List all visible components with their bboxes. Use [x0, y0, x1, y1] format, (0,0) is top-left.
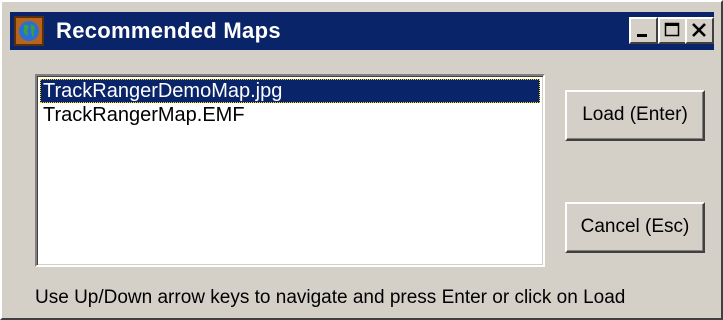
list-item[interactable]: TrackRangerDemoMap.jpg [40, 79, 540, 103]
minimize-button[interactable] [629, 17, 658, 44]
instruction-text: Use Up/Down arrow keys to navigate and p… [35, 287, 626, 308]
recommended-maps-dialog: Recommended Maps TrackRangerDemoMap.jpg … [0, 0, 723, 320]
close-button[interactable] [685, 17, 714, 44]
list-item[interactable]: TrackRangerMap.EMF [40, 103, 540, 127]
globe-icon [14, 16, 44, 46]
close-icon [692, 23, 706, 37]
minimize-icon [637, 34, 647, 37]
load-button[interactable]: Load (Enter) [565, 90, 705, 141]
map-file-list[interactable]: TrackRangerDemoMap.jpg TrackRangerMap.EM… [35, 74, 545, 267]
cancel-button[interactable]: Cancel (Esc) [565, 202, 705, 253]
window-title: Recommended Maps [56, 18, 281, 43]
title-bar[interactable]: Recommended Maps [10, 12, 714, 50]
maximize-button[interactable] [658, 17, 687, 44]
maximize-icon [664, 22, 680, 37]
